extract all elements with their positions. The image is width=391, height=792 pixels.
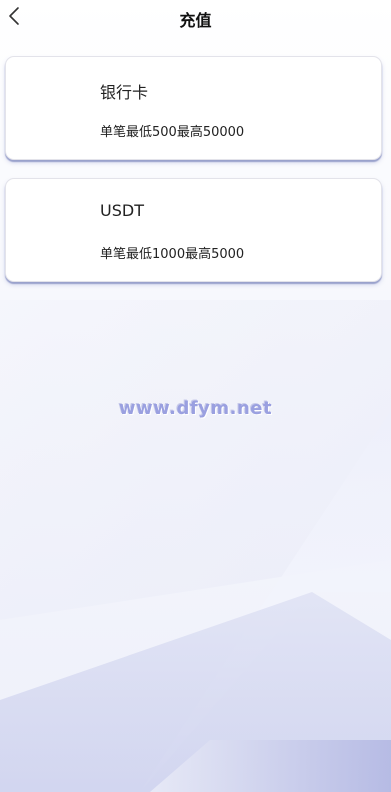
- payment-method-limit: 单笔最低1000最高5000: [100, 247, 245, 262]
- top-bar: 充值: [0, 0, 391, 36]
- payment-option-usdt[interactable]: USDT 单笔最低1000最高5000: [5, 178, 382, 282]
- payment-method-name: 银行卡: [100, 83, 149, 102]
- payment-method-limit: 单笔最低500最高50000: [100, 125, 245, 140]
- page-title: 充值: [179, 11, 212, 30]
- payment-option-bank-card[interactable]: 银行卡 单笔最低500最高50000: [5, 56, 382, 160]
- watermark-text: www.dfym.net: [118, 398, 273, 419]
- payment-method-name: USDT: [100, 201, 144, 220]
